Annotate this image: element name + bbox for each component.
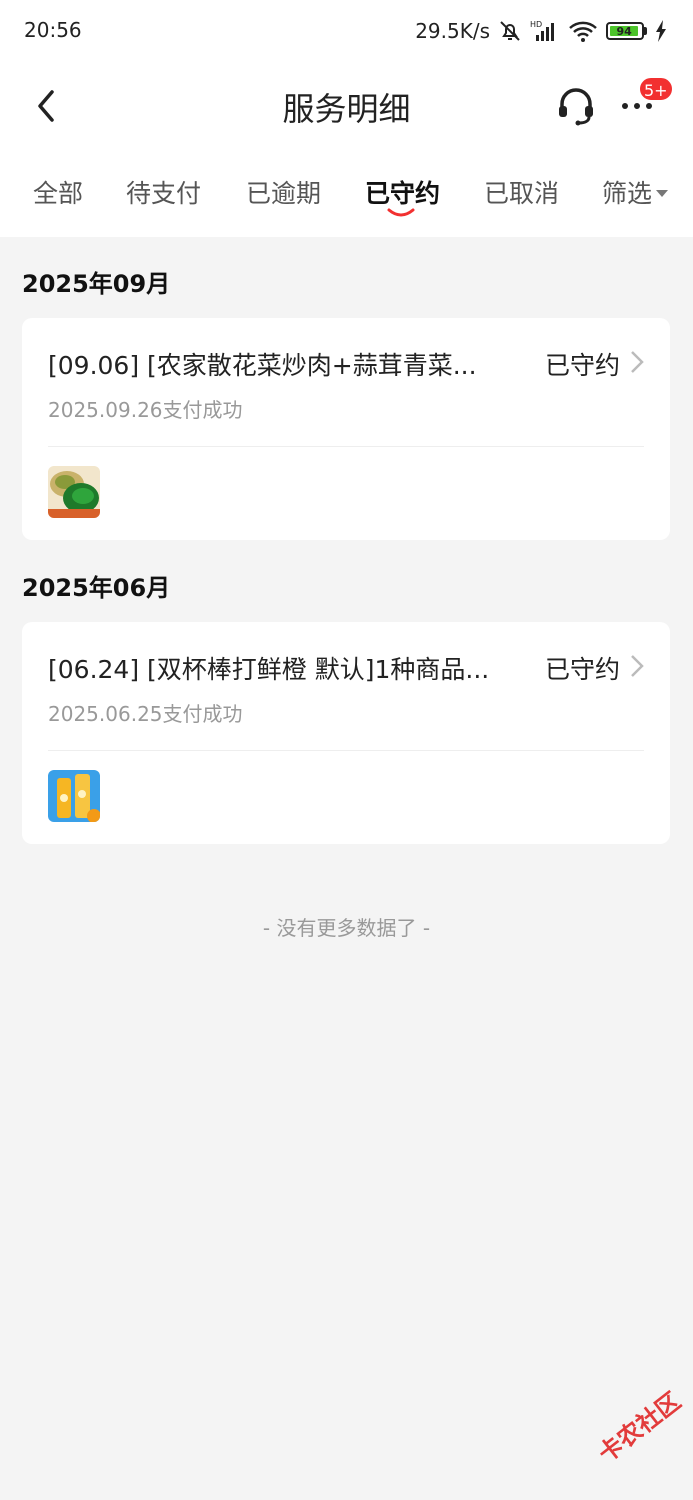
- battery-indicator: 94: [606, 22, 647, 40]
- chevron-right-icon: [631, 655, 644, 677]
- tab-kept-promise[interactable]: 已守约: [365, 174, 440, 210]
- battery-level: 94: [610, 25, 639, 38]
- back-arrow-icon[interactable]: [30, 86, 66, 126]
- payment-info: 2025.06.25支付成功: [48, 702, 243, 726]
- status-icons: 29.5K/s HD 94: [415, 16, 667, 46]
- filter-label: 筛选: [602, 179, 653, 208]
- month-header: 2025年09月: [22, 270, 171, 298]
- filter-button[interactable]: 筛选: [602, 174, 669, 210]
- tab-cancelled[interactable]: 已取消: [484, 174, 559, 210]
- no-more-data: - 没有更多数据了 -: [262, 916, 431, 940]
- order-card[interactable]: [06.24] [双杯棒打鲜橙 默认]1种商品... 已守约 2025.06.2…: [22, 622, 670, 844]
- order-status: 已守约: [544, 351, 620, 380]
- wifi-icon: [569, 21, 597, 42]
- caret-down-icon: [656, 189, 669, 197]
- divider: [48, 446, 644, 447]
- order-title: [06.24] [双杯棒打鲜橙 默认]1种商品...: [48, 655, 490, 684]
- food-dish-image: [48, 466, 100, 518]
- signal-icon: HD: [530, 20, 554, 41]
- customer-service-icon[interactable]: [554, 84, 598, 128]
- tab-all[interactable]: 全部: [33, 174, 83, 210]
- tab-pending-payment[interactable]: 待支付: [126, 174, 201, 210]
- divider: [48, 750, 644, 751]
- status-time: 20:56: [24, 18, 82, 42]
- order-status: 已守约: [544, 655, 620, 684]
- orange-drink-image: [48, 770, 100, 822]
- order-card[interactable]: [09.06] [农家散花菜炒肉+蒜茸青菜... 已守约 2025.09.26支…: [22, 318, 670, 540]
- chevron-right-icon: [631, 351, 644, 373]
- network-speed: 29.5K/s: [415, 19, 490, 43]
- mute-bell-icon: [500, 21, 520, 41]
- tab-overdue[interactable]: 已逾期: [246, 174, 321, 210]
- order-title: [09.06] [农家散花菜炒肉+蒜茸青菜...: [48, 351, 477, 380]
- month-header: 2025年06月: [22, 574, 171, 602]
- watermark-text: 卡农社区: [593, 1386, 686, 1469]
- active-tab-indicator: [387, 208, 415, 217]
- notification-badge: 5+: [638, 76, 674, 102]
- svg-text:HD: HD: [530, 20, 542, 29]
- charging-icon: [656, 20, 666, 42]
- watermark-logo: 卡农社区: [589, 1382, 686, 1469]
- payment-info: 2025.09.26支付成功: [48, 398, 243, 422]
